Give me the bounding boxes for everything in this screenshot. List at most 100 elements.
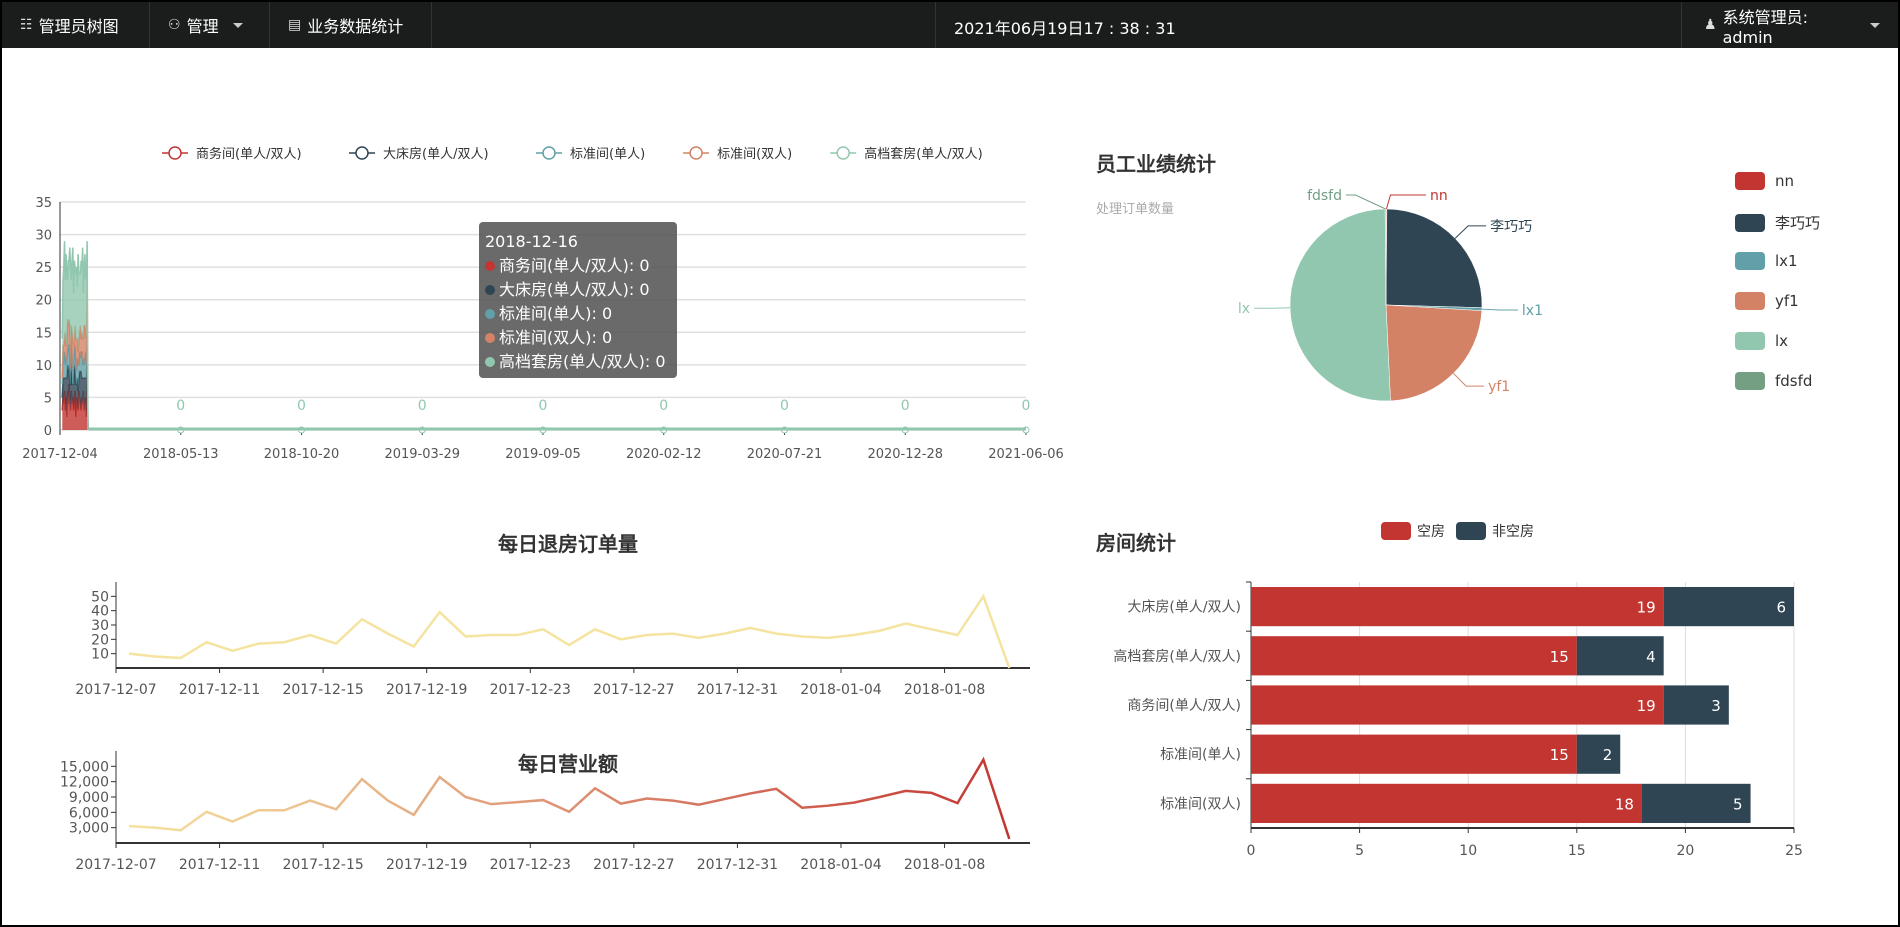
tooltip-row: 大床房(单人/双人): 0 (485, 278, 671, 302)
y-tick-label: 标准间(单人) (1160, 747, 1241, 763)
legend-swatch-icon (1735, 292, 1765, 310)
pie-legend-item[interactable]: lx (1735, 332, 1788, 350)
y-tick-label: 5 (44, 391, 52, 406)
pie-slice-lx (1289, 208, 1391, 402)
bar-occupied (1663, 587, 1794, 627)
x-tick-label: 2020-02-12 (626, 447, 702, 462)
legend-label: 标准间(单人) (570, 147, 645, 162)
x-tick-label: 2018-01-08 (904, 857, 985, 873)
pie-label: fdsfd (1307, 188, 1342, 204)
room-chart-title: 房间统计 (1096, 531, 1176, 555)
legend-circle-icon (542, 146, 556, 160)
bar-empty (1251, 685, 1664, 725)
pie-title: 员工业绩统计 (1096, 152, 1216, 176)
x-tick-label: 2017-12-27 (593, 682, 674, 698)
pie-label-line (1346, 194, 1386, 210)
pie-legend-item[interactable]: lx1 (1735, 252, 1798, 270)
x-tick-label: 2019-09-05 (505, 447, 581, 462)
y-tick-label: 6,000 (69, 805, 109, 821)
y-tick-label: 高档套房(单人/双人) (1113, 648, 1241, 665)
tooltip-text: 标准间(双人): 0 (499, 328, 613, 347)
pie-label-line (1481, 308, 1518, 311)
pie-legend-item[interactable]: nn (1735, 172, 1794, 190)
x-tick-label: 2017-12-31 (697, 682, 778, 698)
zero-data-label: 0 (297, 398, 306, 414)
legend-label: lx1 (1775, 252, 1798, 270)
tooltip-text: 高档套房(单人/双人): 0 (499, 352, 666, 371)
y-tick-label: 9,000 (69, 790, 109, 806)
bar-value-label: 6 (1776, 599, 1786, 617)
y-tick-label: 12,000 (60, 775, 109, 791)
y-tick-label: 3,000 (69, 821, 109, 837)
x-tick-label: 2020-07-21 (747, 447, 823, 462)
dot-icon (485, 357, 495, 367)
y-tick-label: 25 (35, 261, 52, 276)
legend-swatch-icon (1735, 213, 1765, 232)
y-tick-label: 50 (91, 589, 109, 605)
x-tick-label: 5 (1355, 843, 1364, 859)
x-tick-label: 2017-12-23 (490, 682, 571, 698)
legend-label: 标准间(双人) (717, 147, 792, 162)
x-tick-label: 2018-01-04 (800, 682, 881, 698)
x-tick-label: 2017-12-31 (697, 857, 778, 873)
zero-data-label: 0 (1022, 398, 1031, 414)
pie-label-line (1385, 194, 1426, 210)
zero-data-label: 0 (176, 398, 185, 414)
tooltip-row: 标准间(单人): 0 (485, 302, 671, 326)
x-tick-label: 2018-05-13 (143, 447, 219, 462)
bar-value-label: 4 (1646, 648, 1656, 666)
legend-circle-icon (689, 146, 703, 160)
x-tick-label: 2017-12-15 (282, 857, 363, 873)
charts-canvas: 051015202530352017-12-04 2018-05-1302018-… (22, 146, 1803, 873)
tooltip: 2018-12-16 商务间(单人/双人): 0 大床房(单人/双人): 0 标… (479, 222, 677, 378)
y-tick-label: 商务间(单人/双人) (1127, 698, 1241, 714)
bar-value-label: 19 (1637, 697, 1656, 715)
bar-empty (1251, 636, 1577, 676)
x-tick-label: 2021-06-06 (988, 447, 1064, 462)
x-tick-label: 2017-12-04 (22, 447, 98, 462)
x-tick-label: 2017-12-11 (179, 682, 260, 698)
bar-value-label: 3 (1711, 697, 1721, 715)
tooltip-title: 2018-12-16 (485, 232, 578, 251)
legend-label: 李巧巧 (1775, 214, 1821, 232)
y-tick-label: 20 (35, 294, 52, 309)
y-tick-label: 30 (91, 618, 109, 634)
x-tick-label: 2017-12-07 (75, 857, 156, 873)
bar-value-label: 19 (1637, 599, 1656, 617)
x-tick-label: 2018-01-08 (904, 682, 985, 698)
legend-circle-icon (168, 146, 182, 160)
pie-legend-item[interactable]: yf1 (1735, 292, 1799, 310)
x-tick-label: 10 (1459, 843, 1477, 859)
revenue-chart-title: 每日营业额 (518, 752, 618, 776)
tooltip-row: 标准间(双人): 0 (485, 326, 671, 350)
legend-label: 大床房(单人/双人) (383, 146, 489, 162)
bar-empty (1251, 734, 1577, 774)
x-tick-label: 25 (1785, 843, 1803, 859)
bar-value-label: 15 (1550, 746, 1569, 764)
bar-empty (1251, 587, 1664, 627)
legend-swatch-icon (1735, 172, 1765, 190)
tooltip-text: 标准间(单人): 0 (499, 304, 613, 323)
x-tick-label: 2018-10-20 (264, 447, 340, 462)
legend-swatch-icon (1735, 332, 1765, 350)
legend-label: fdsfd (1775, 372, 1813, 390)
pie-legend-item[interactable]: 李巧巧 (1735, 212, 1820, 233)
y-tick-label: 35 (35, 196, 52, 211)
pie-legend-item[interactable]: fdsfd (1735, 372, 1812, 390)
y-tick-label: 20 (91, 632, 109, 648)
x-tick-label: 2017-12-15 (282, 682, 363, 698)
legend-label: yf1 (1775, 292, 1799, 310)
legend-swatch-icon (1735, 372, 1765, 390)
y-tick-label: 15 (35, 326, 52, 341)
y-tick-label: 40 (91, 604, 109, 620)
x-tick-label: 2017-12-23 (490, 857, 571, 873)
y-tick-label: 大床房(单人/双人) (1127, 600, 1241, 616)
zero-data-label: 0 (659, 398, 668, 414)
legend-swatch-icon (1381, 522, 1411, 540)
y-tick-label: 10 (35, 359, 52, 374)
pie-slice-李巧巧 (1385, 208, 1483, 308)
bar-empty (1251, 783, 1642, 823)
legend-label: 非空房 (1492, 524, 1534, 540)
zero-data-label: 0 (418, 398, 427, 414)
dot-icon (485, 261, 495, 271)
